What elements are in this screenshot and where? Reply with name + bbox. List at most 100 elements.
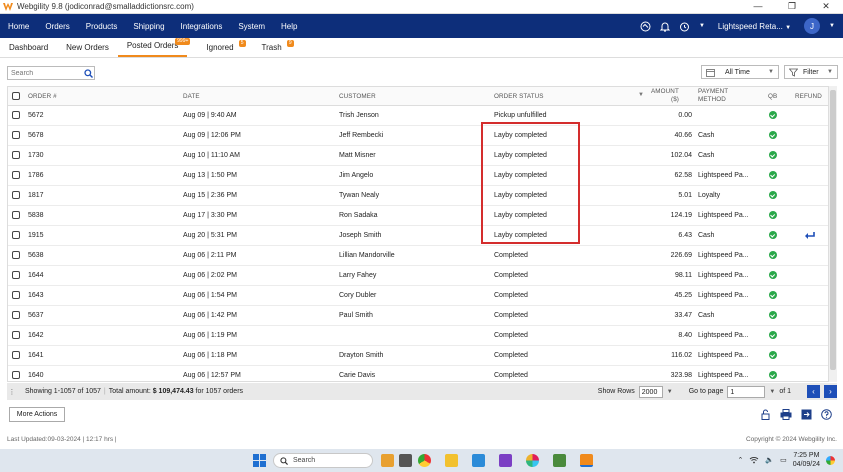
taskbar-clock[interactable]: 7:25 PM 04/09/24 [793, 451, 820, 469]
row-checkbox[interactable] [12, 111, 20, 119]
order-number[interactable]: 1640 [28, 372, 44, 379]
tab-dashboard[interactable]: Dashboard [0, 43, 57, 57]
refund-return-icon[interactable] [804, 231, 815, 240]
chrome-icon[interactable] [418, 454, 431, 467]
battery-icon[interactable]: ▭ [780, 456, 787, 464]
file-explorer-icon[interactable] [445, 454, 458, 467]
alarm-clock-icon[interactable] [679, 21, 690, 32]
select-all-checkbox[interactable] [12, 92, 20, 100]
table-row[interactable]: 5672 Aug 09 | 9:40 AM Trish Jenson Pickup u… [8, 106, 828, 126]
store-selector[interactable]: Lightspeed Reta... ▼ [714, 22, 795, 31]
prev-page-button[interactable]: ‹ [807, 385, 820, 398]
menu-help[interactable]: Help [273, 22, 305, 31]
column-qb[interactable]: QB [768, 93, 777, 100]
menu-orders[interactable]: Orders [37, 22, 77, 31]
row-checkbox[interactable] [12, 171, 20, 179]
table-row[interactable]: 1641 Aug 06 | 1:18 PM Drayton Smith Complet… [8, 346, 828, 366]
column-order[interactable]: ORDER # [28, 93, 57, 100]
order-number[interactable]: 5838 [28, 212, 44, 219]
more-actions-button[interactable]: More Actions [9, 407, 65, 422]
help-icon[interactable] [821, 409, 832, 420]
order-number[interactable]: 1915 [28, 232, 44, 239]
menu-home[interactable]: Home [0, 22, 37, 31]
search-input[interactable] [8, 69, 82, 77]
order-number[interactable]: 1642 [28, 332, 44, 339]
order-number[interactable]: 5637 [28, 312, 44, 319]
table-row[interactable]: 5638 Aug 06 | 2:11 PM Lillian Mandorville C… [8, 246, 828, 266]
table-row[interactable]: 5678 Aug 09 | 12:06 PM Jeff Rembecki Layby … [8, 126, 828, 146]
column-customer[interactable]: CUSTOMER [339, 93, 376, 100]
table-row[interactable]: 1644 Aug 06 | 2:02 PM Larry Fahey Completed… [8, 266, 828, 286]
table-row[interactable]: 1642 Aug 06 | 1:19 PM Completed 8.40 Lightsp… [8, 326, 828, 346]
minimize-button[interactable]: — [741, 1, 775, 12]
column-refund[interactable]: REFUND [795, 93, 822, 100]
order-number[interactable]: 5672 [28, 112, 44, 119]
windows-start-icon[interactable] [253, 454, 266, 467]
tab-posted-orders[interactable]: Posted Orders 999+ [117, 38, 191, 57]
column-date[interactable]: DATE [183, 93, 200, 100]
close-button[interactable]: ✕ [809, 1, 843, 12]
next-page-button[interactable]: › [824, 385, 837, 398]
vscode-icon[interactable] [472, 454, 485, 467]
wifi-icon[interactable] [749, 456, 759, 464]
row-checkbox[interactable] [12, 371, 20, 379]
unlock-icon[interactable] [760, 409, 771, 420]
row-checkbox[interactable] [12, 131, 20, 139]
menu-system[interactable]: System [230, 22, 273, 31]
tab-trash[interactable]: Trash 9 [253, 40, 294, 57]
row-checkbox[interactable] [12, 311, 20, 319]
order-number[interactable]: 5638 [28, 252, 44, 259]
page-number-input[interactable]: 1 [727, 385, 766, 398]
search-icon[interactable] [82, 68, 94, 78]
row-checkbox[interactable] [12, 351, 20, 359]
filter-button[interactable]: Filter ▼ [784, 65, 838, 79]
rows-per-page-select[interactable]: 2000 [638, 385, 663, 398]
taskbar-search[interactable]: Search [273, 453, 373, 468]
order-number[interactable]: 1644 [28, 272, 44, 279]
order-number[interactable]: 1817 [28, 192, 44, 199]
table-row[interactable]: 1643 Aug 06 | 1:54 PM Cory Dubler Completed… [8, 286, 828, 306]
slack-icon[interactable] [526, 454, 539, 467]
row-checkbox[interactable] [12, 231, 20, 239]
menu-shipping[interactable]: Shipping [125, 22, 172, 31]
webgility-taskbar-icon[interactable] [580, 454, 593, 467]
row-checkbox[interactable] [12, 151, 20, 159]
column-amount[interactable]: AMOUNT [651, 88, 679, 95]
scrollbar-thumb[interactable] [830, 90, 836, 370]
row-checkbox[interactable] [12, 191, 20, 199]
grip-icon[interactable]: ⋮ [7, 388, 17, 396]
row-checkbox[interactable] [12, 211, 20, 219]
maximize-button[interactable]: ❐ [775, 1, 809, 12]
vertical-scrollbar[interactable] [829, 86, 837, 382]
printer-icon[interactable] [780, 409, 792, 420]
table-row[interactable]: 1915 Aug 20 | 5:31 PM Joseph Smith Layby co… [8, 226, 828, 246]
table-row[interactable]: 1786 Aug 13 | 1:50 PM Jim Angelo Layby comp… [8, 166, 828, 186]
order-number[interactable]: 1786 [28, 172, 44, 179]
tab-new-orders[interactable]: New Orders [57, 43, 118, 57]
row-checkbox[interactable] [12, 291, 20, 299]
order-number[interactable]: 1641 [28, 352, 44, 359]
chevron-down-icon[interactable]: ▼ [829, 23, 835, 29]
chevron-down-icon[interactable]: ▼ [769, 389, 775, 395]
column-order-status[interactable]: ORDER STATUS [494, 93, 544, 100]
notification-icon[interactable] [826, 455, 835, 465]
order-number[interactable]: 5678 [28, 132, 44, 139]
table-row[interactable]: 1640 Aug 06 | 12:57 PM Carie Davis Complete… [8, 366, 828, 381]
export-icon[interactable] [801, 409, 812, 420]
menu-products[interactable]: Products [78, 22, 126, 31]
menu-integrations[interactable]: Integrations [173, 22, 231, 31]
table-row[interactable]: 1817 Aug 15 | 2:36 PM Tywan Nealy Layby com… [8, 186, 828, 206]
user-avatar[interactable]: J [804, 18, 821, 34]
row-checkbox[interactable] [12, 251, 20, 259]
green-app-icon[interactable] [553, 454, 566, 467]
column-payment-method[interactable]: PAYMENT [698, 88, 728, 95]
bell-icon[interactable] [659, 21, 670, 32]
news-widget-icon[interactable] [381, 454, 394, 467]
sync-icon[interactable] [640, 21, 651, 32]
chevron-down-icon[interactable]: ▼ [699, 23, 705, 29]
visual-studio-icon[interactable] [499, 454, 512, 467]
table-row[interactable]: 5838 Aug 17 | 3:30 PM Ron Sadaka Layby comp… [8, 206, 828, 226]
table-row[interactable]: 1730 Aug 10 | 11:10 AM Matt Misner Layby co… [8, 146, 828, 166]
table-row[interactable]: 5637 Aug 06 | 1:42 PM Paul Smith Completed 3… [8, 306, 828, 326]
order-number[interactable]: 1643 [28, 292, 44, 299]
